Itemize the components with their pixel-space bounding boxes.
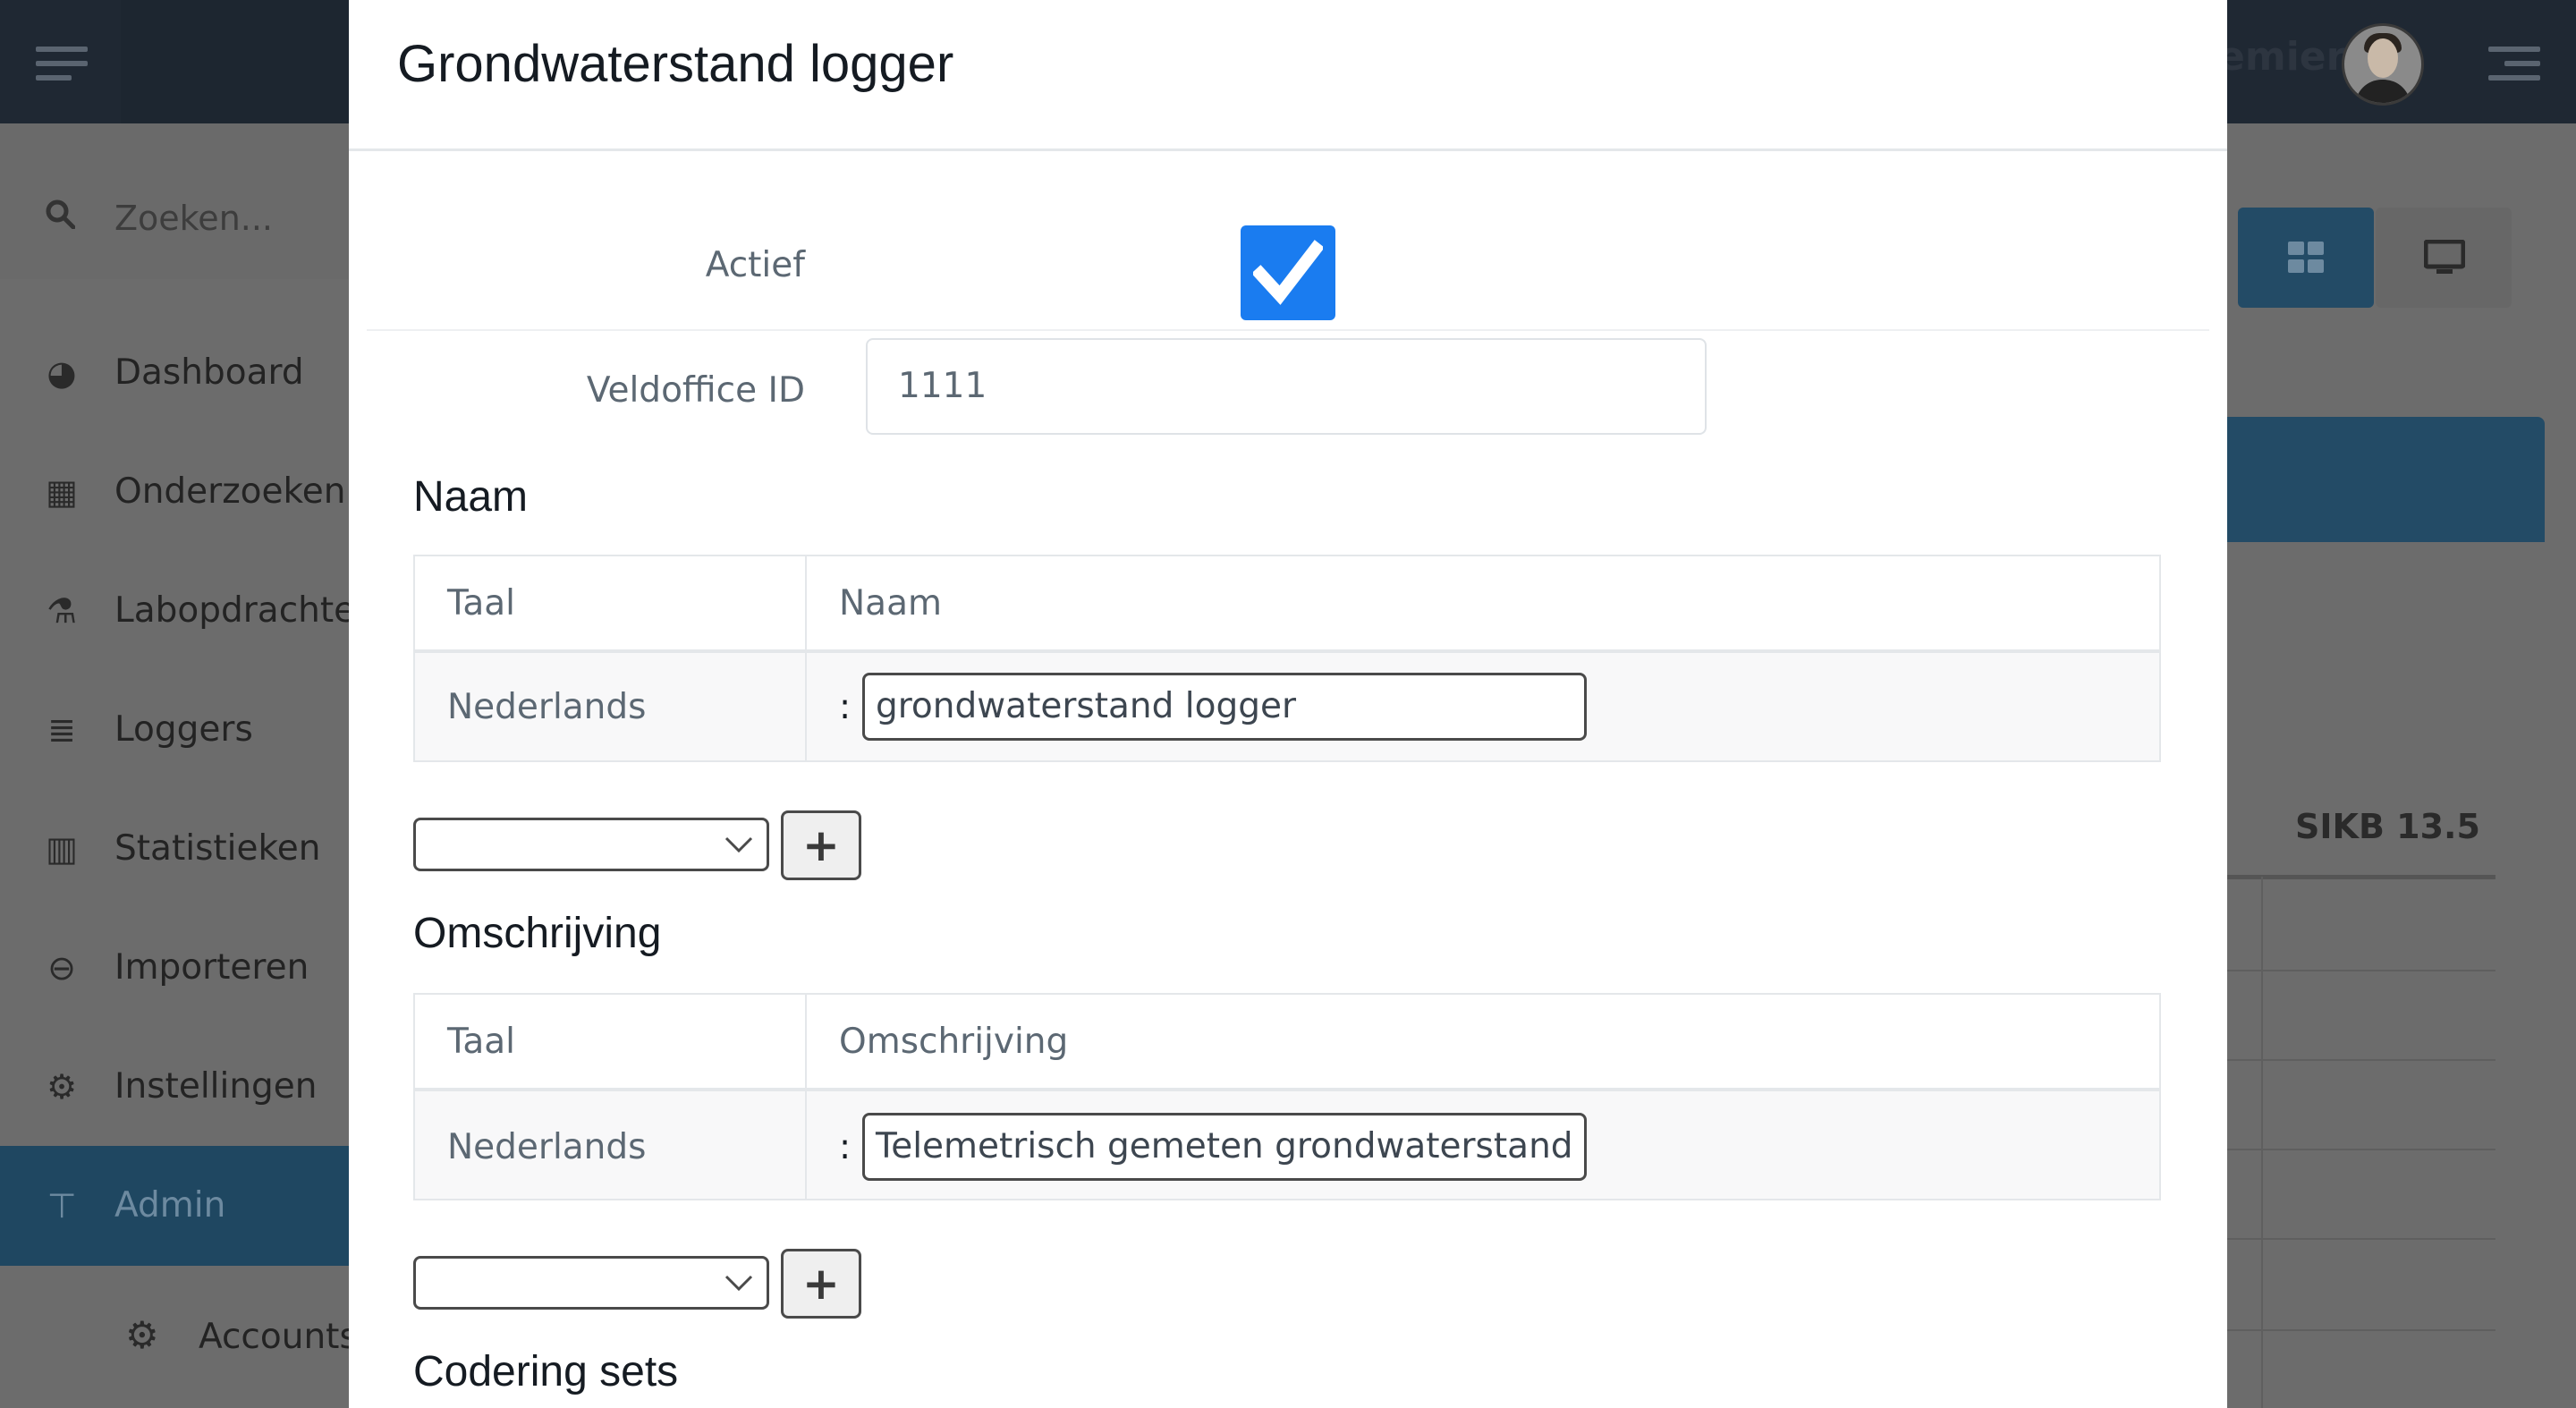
column-header-omschrijving: Omschrijving (839, 1022, 1069, 1062)
import-icon: ⊖ (47, 948, 76, 988)
desktop-view-button[interactable] (2376, 208, 2512, 308)
table-header-row: Taal Naam (415, 556, 2159, 653)
sitemap-icon: ⊤ (47, 1186, 77, 1226)
chevron-down-icon (724, 1275, 753, 1292)
table-row-line (2227, 970, 2496, 971)
table-column-line (2261, 877, 2263, 1408)
table-row: Nederlands : Telemetrisch gemeten grondw… (415, 1091, 2159, 1199)
gears-icon: ⚙ (125, 1313, 159, 1357)
grid-view-button[interactable] (2238, 208, 2374, 308)
flask-icon: ⚗ (46, 591, 78, 631)
plus-icon: + (802, 1258, 840, 1310)
sidebar-item-statistieken[interactable]: ▥ Statistieken (0, 789, 349, 909)
table-header-row: Taal Omschrijving (415, 995, 2159, 1091)
naam-language-select[interactable] (413, 818, 769, 871)
separator-colon: : (839, 687, 852, 727)
sidebar-item-loggers[interactable]: ≣ Loggers (0, 670, 349, 790)
separator-colon: : (839, 1127, 852, 1167)
logo-area (121, 0, 349, 123)
dashboard-icon: ◕ (47, 353, 77, 393)
omschrijving-section-title: Omschrijving (413, 910, 662, 957)
plus-icon: + (802, 819, 840, 871)
grid-icon: ▦ (46, 472, 78, 512)
avatar[interactable] (2342, 23, 2424, 106)
table-row-line (2227, 1329, 2496, 1331)
codering-sets-title: Codering sets (413, 1348, 679, 1395)
column-header-taal: Taal (447, 583, 516, 623)
sidebar-item-instellingen[interactable]: ⚙ Instellingen (0, 1027, 349, 1147)
sidebar-item-labopdrachten[interactable]: ⚗ Labopdrachten (0, 551, 377, 671)
sidebar-item-importeren[interactable]: ⊖ Importeren (0, 908, 349, 1028)
column-header-taal: Taal (447, 1022, 516, 1062)
chevron-down-icon (724, 836, 753, 853)
omschrijving-language-select[interactable] (413, 1256, 769, 1310)
column-header-naam: Naam (839, 583, 942, 623)
modal-title: Grondwaterstand logger (397, 35, 954, 93)
add-omschrijving-button[interactable]: + (781, 1249, 861, 1319)
user-name[interactable]: emier (2218, 34, 2345, 80)
omschrijving-input[interactable]: Telemetrisch gemeten grondwaterstand ter… (862, 1113, 1587, 1181)
sidebar-item-label: Instellingen (114, 1066, 318, 1107)
row-divider (367, 329, 2209, 331)
table-header-sikb: SIKB 13.5 (2295, 807, 2480, 846)
desktop-icon (2424, 240, 2465, 274)
aside-menu-toggle-icon[interactable] (2488, 47, 2540, 82)
sidebar-item-label: Labopdrachten (114, 590, 377, 631)
modal-header: Grondwaterstand logger (349, 0, 2227, 151)
naam-section-title: Naam (413, 473, 529, 521)
sidebar-subitem-accounts[interactable]: Accounts (199, 1317, 358, 1357)
sidebar-item-label: Admin (114, 1185, 226, 1226)
table-row-line (2227, 1059, 2496, 1061)
add-naam-button[interactable]: + (781, 810, 861, 880)
gear-icon: ⚙ (46, 1067, 78, 1107)
grid-icon (2288, 242, 2324, 273)
table-row: Nederlands : grondwaterstand logger (415, 653, 2159, 760)
omschrijving-table: Taal Omschrijving Nederlands : Telemetri… (413, 993, 2161, 1200)
search-input[interactable]: Zoeken... (114, 199, 273, 238)
veldoffice-id-input[interactable]: 1111 (866, 338, 1707, 435)
sidebar-item-label: Dashboard (114, 352, 304, 393)
sidebar-item-label: Onderzoeken (114, 471, 346, 512)
bar-chart-icon: ▥ (46, 829, 78, 869)
checkmark-icon (1253, 240, 1323, 305)
naam-input[interactable]: grondwaterstand logger (862, 673, 1587, 741)
table-divider (2227, 875, 2496, 879)
edit-logger-modal: Grondwaterstand logger Actief Veldoffice… (349, 0, 2227, 1408)
sidebar-item-admin[interactable]: ⊤ Admin (0, 1146, 349, 1266)
table-row-line (2227, 1238, 2496, 1240)
search-icon (46, 199, 75, 229)
active-label: Actief (705, 245, 805, 285)
sidebar-item-label: Loggers (114, 709, 253, 750)
veldoffice-id-label: Veldoffice ID (586, 370, 805, 411)
language-cell: Nederlands (447, 687, 647, 727)
main-content-right (2227, 123, 2576, 1408)
naam-table: Taal Naam Nederlands : grondwaterstand l… (413, 555, 2161, 762)
sidebar-item-label: Statistieken (114, 828, 321, 869)
sidebar-item-dashboard[interactable]: ◕ Dashboard (0, 313, 349, 433)
table-row-line (2227, 1149, 2496, 1150)
sidebar-item-label: Importeren (114, 947, 309, 988)
menu-toggle-icon[interactable] (36, 47, 88, 82)
sidebar-item-onderzoeken[interactable]: ▦ Onderzoeken (0, 432, 349, 552)
language-cell: Nederlands (447, 1127, 647, 1167)
active-checkbox[interactable] (1241, 225, 1335, 320)
database-icon: ≣ (47, 710, 76, 750)
panel-header (2227, 417, 2545, 542)
